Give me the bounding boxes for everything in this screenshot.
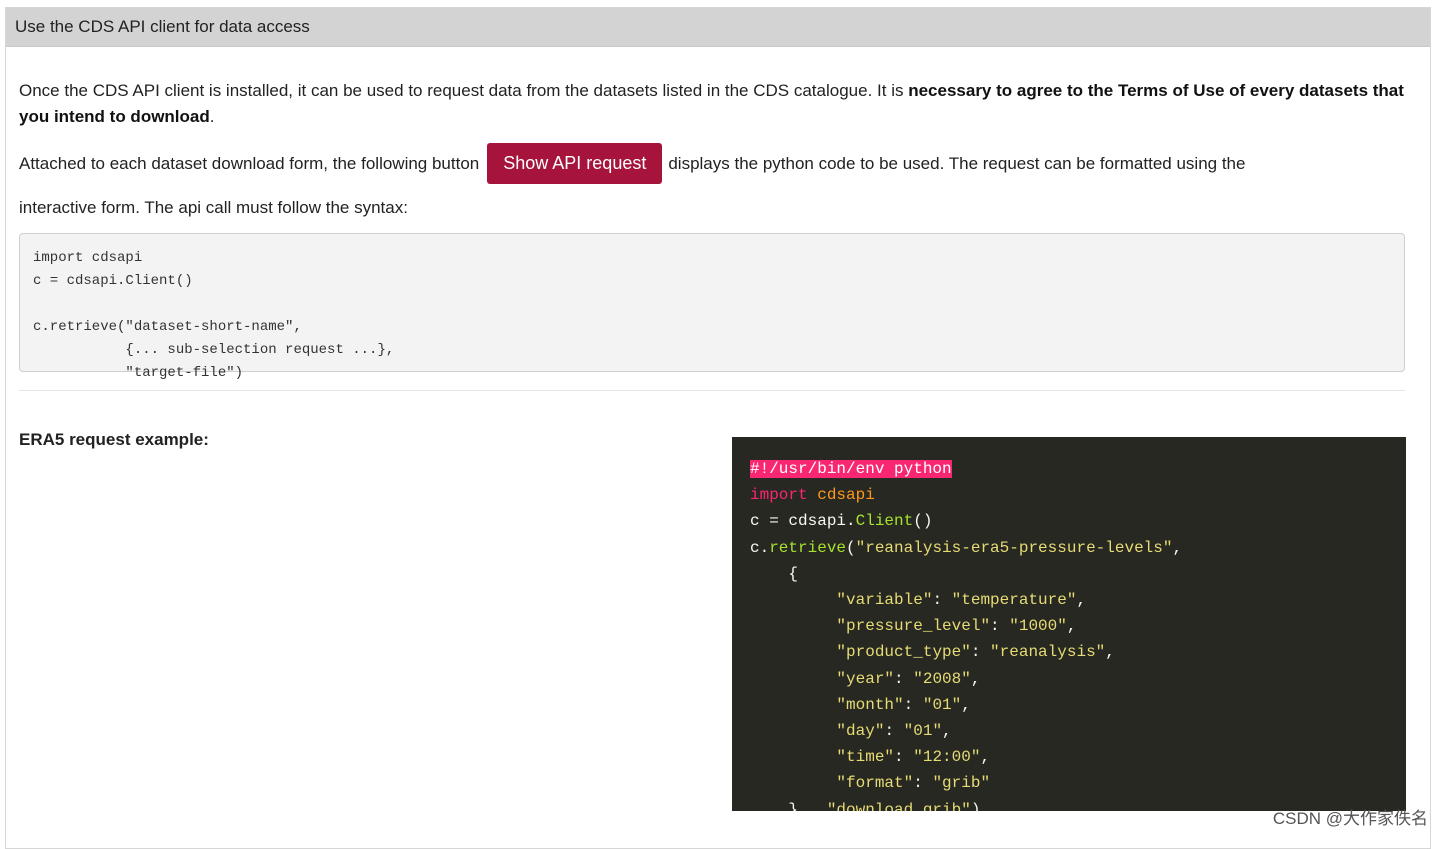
code-entry-value: "reanalysis" [990,643,1106,662]
code-brace-close: }, [750,800,827,811]
code-target-file: "download.grib" [826,800,971,811]
attached-paragraph: Attached to each dataset download form, … [19,143,1405,221]
era5-code-block: #!/usr/bin/env python import cdsapi c = … [732,437,1406,811]
intro-paragraph: Once the CDS API client is installed, it… [19,78,1405,130]
code-entry-value: "01" [903,722,943,741]
code-entry-key: "product_type" [836,643,971,662]
code-client-fn: Client [855,512,914,531]
watermark: CSDN @大作家佚名 [1272,809,1428,828]
intro-period: . [209,107,215,126]
code-line4-comma: , [1172,538,1183,557]
code-entry-key: "month" [836,695,904,714]
code-entry-key: "variable" [836,591,933,610]
panel-body: Once the CDS API client is installed, it… [19,78,1405,391]
code-entry-value: "1000" [1009,617,1067,636]
code-entry-value: "2008" [913,669,971,688]
code-line4-paren: ( [846,538,856,557]
code-entry-key: "day" [836,722,885,741]
code-entry-value: "grib" [932,774,991,793]
attached-text-before: Attached to each dataset download form, … [19,153,480,173]
code-entry-key: "format" [836,774,914,793]
code-retrieve-fn: retrieve [769,538,847,557]
code-line3-end: () [913,512,933,531]
show-api-request-button[interactable]: Show API request [487,143,663,184]
code-entry-value: "12:00" [913,748,981,767]
code-entry-key: "year" [836,669,895,688]
code-entry-value: "temperature" [951,591,1077,610]
syntax-code-block: import cdsapi c = cdsapi.Client() c.retr… [19,233,1405,381]
section-divider [19,390,1405,391]
attached-text-syntax: interactive form. The api call must foll… [19,198,408,217]
code-import-keyword: import [750,486,808,505]
example-label: ERA5 request example: [19,430,209,449]
panel-title: Use the CDS API client for data access [6,8,1430,47]
code-shebang: #!/usr/bin/env python [750,460,952,478]
code-dataset-name: "reanalysis-era5-pressure-levels" [855,538,1173,557]
code-close-paren: ) [970,800,981,811]
code-entries: "variable": "temperature", "pressure_lev… [836,591,1115,793]
code-entry-key: "pressure_level" [836,617,991,636]
era5-code: #!/usr/bin/env python import cdsapi c = … [732,437,1406,811]
code-entry-value: "01" [922,695,962,714]
code-import-module: cdsapi [817,486,875,505]
code-line4: c. [750,538,770,557]
code-entry-key: "time" [836,748,895,767]
attached-text-after: displays the python code to be used. The… [668,153,1246,173]
code-line3: c = cdsapi. [750,512,856,531]
code-brace-open: { [750,564,799,583]
intro-text: Once the CDS API client is installed, it… [19,81,909,100]
